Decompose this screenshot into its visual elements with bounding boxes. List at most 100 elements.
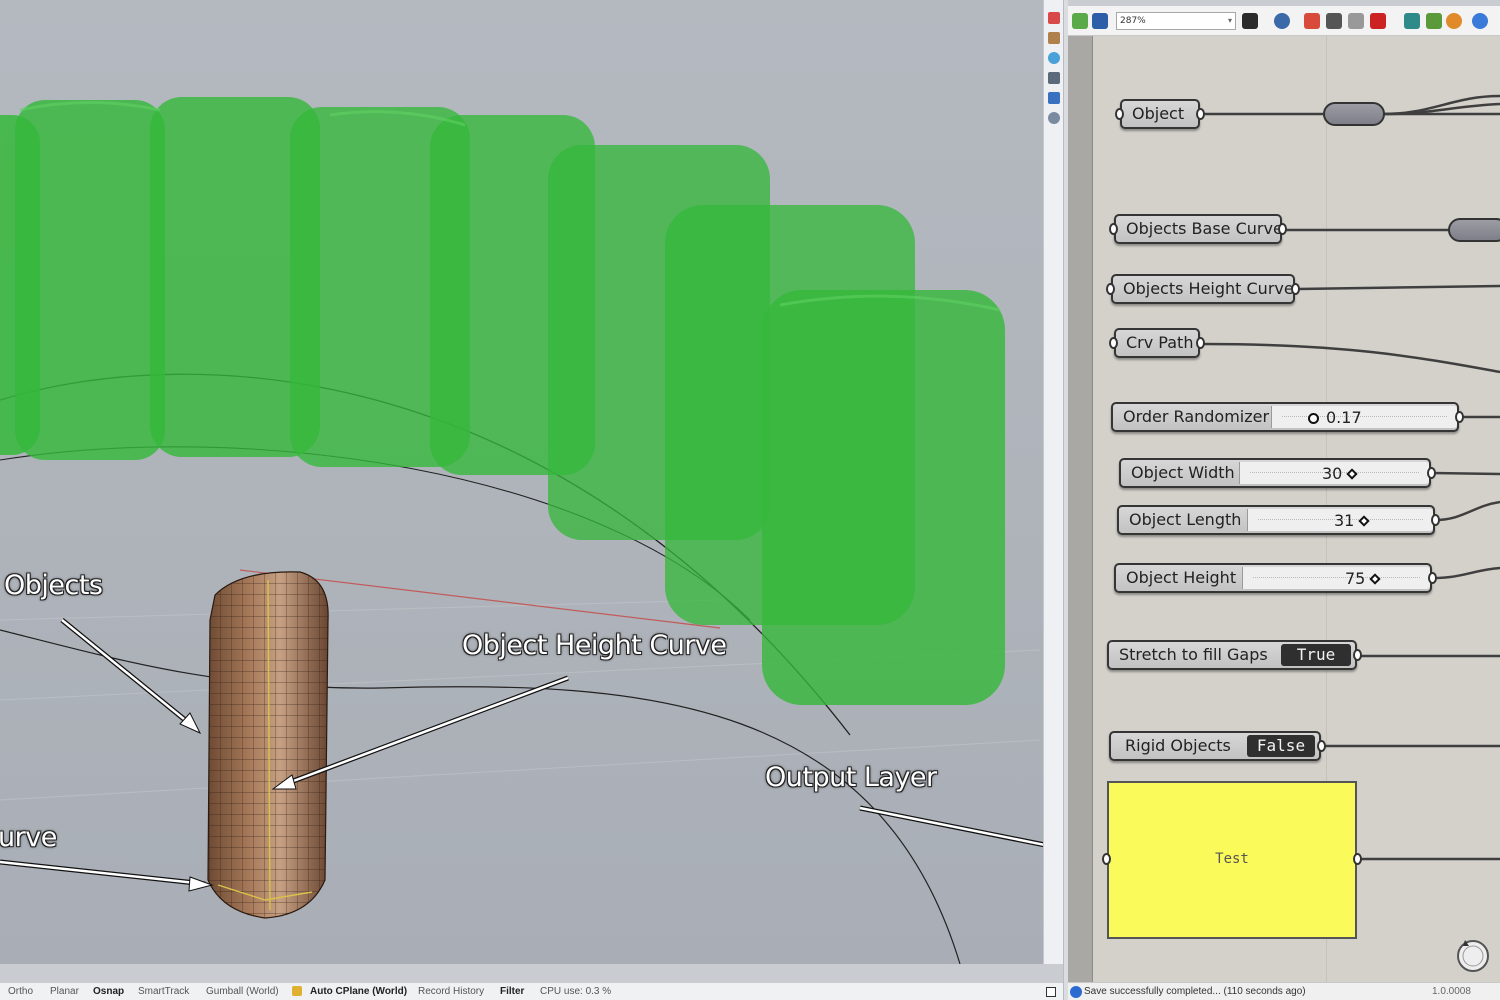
output-port[interactable] bbox=[1278, 223, 1287, 235]
output-port[interactable] bbox=[1291, 283, 1300, 295]
output-port[interactable] bbox=[1353, 853, 1362, 865]
crv-path-label: Crv Path bbox=[1126, 333, 1194, 352]
object-width-label: Object Width bbox=[1131, 463, 1235, 482]
gh-toolbar: 287% ▾ bbox=[1068, 6, 1500, 36]
sphere-icon[interactable] bbox=[1472, 13, 1488, 29]
input-port[interactable] bbox=[1109, 223, 1118, 235]
object-label: Object bbox=[1132, 104, 1185, 123]
smarttrack-toggle[interactable]: SmartTrack bbox=[138, 986, 189, 997]
input-port[interactable] bbox=[1115, 108, 1124, 120]
gh-status-bar: Save successfully completed... (110 seco… bbox=[1068, 982, 1500, 1000]
slider-track[interactable]: 31 bbox=[1247, 509, 1433, 531]
stretch-to-fill-gaps-toggle[interactable]: Stretch to fill Gaps True bbox=[1107, 640, 1362, 670]
record-history-toggle[interactable]: Record History bbox=[418, 986, 484, 997]
output-port[interactable] bbox=[1428, 572, 1437, 584]
gh-canvas[interactable]: Object Objects Base Curve Objects Height… bbox=[1093, 36, 1500, 982]
preview-wire-icon[interactable] bbox=[1348, 13, 1364, 29]
open-file-icon[interactable] bbox=[1072, 13, 1088, 29]
output-port[interactable] bbox=[1353, 649, 1362, 661]
info-icon bbox=[1070, 986, 1082, 998]
lock-icon bbox=[292, 986, 302, 996]
output-objects bbox=[0, 97, 1005, 705]
annotation-objects: Objects bbox=[4, 570, 103, 601]
relay-node[interactable] bbox=[1323, 102, 1385, 126]
osnap-toggle[interactable]: Osnap bbox=[93, 986, 124, 997]
rhino-viewport[interactable]: Objects Object Height Curve Output Layer… bbox=[0, 0, 1043, 964]
slider-grip[interactable] bbox=[1308, 413, 1319, 424]
objects-height-curve-label: Objects Height Curve bbox=[1123, 279, 1294, 298]
object-width-slider[interactable]: Object Width 30 bbox=[1119, 458, 1436, 488]
chevron-down-icon: ▾ bbox=[1227, 16, 1232, 25]
gumball-toggle[interactable]: Gumball (World) bbox=[206, 986, 279, 997]
wood-object bbox=[207, 571, 329, 919]
sketch-icon[interactable] bbox=[1304, 13, 1320, 29]
object-length-value: 31 bbox=[1334, 511, 1355, 530]
canvas-compass-icon[interactable] bbox=[1453, 934, 1493, 974]
slider-track[interactable]: 30 bbox=[1239, 462, 1429, 484]
object-length-slider[interactable]: Object Length 31 bbox=[1117, 505, 1440, 535]
output-panel[interactable]: Test bbox=[1102, 781, 1362, 939]
object-height-value: 75 bbox=[1345, 569, 1366, 588]
zoom-extents-icon[interactable] bbox=[1242, 13, 1258, 29]
object-length-label: Object Length bbox=[1129, 510, 1242, 529]
cpu-usage: CPU use: 0.3 % bbox=[540, 986, 612, 997]
objects-height-curve-node[interactable]: Objects Height Curve bbox=[1106, 274, 1300, 304]
stretch-to-fill-gaps-value[interactable]: True bbox=[1281, 644, 1351, 666]
color-wheel-icon[interactable] bbox=[1048, 52, 1060, 64]
output-port[interactable] bbox=[1196, 337, 1205, 349]
output-port[interactable] bbox=[1431, 514, 1440, 526]
filter-toggle[interactable]: Filter bbox=[500, 986, 524, 997]
input-port[interactable] bbox=[1109, 337, 1118, 349]
brush-icon[interactable] bbox=[1048, 32, 1060, 44]
planar-toggle[interactable]: Planar bbox=[50, 986, 79, 997]
objects-base-curve-node[interactable]: Objects Base Curve bbox=[1109, 214, 1287, 244]
relay-node[interactable] bbox=[1448, 218, 1500, 242]
window-icon[interactable] bbox=[1046, 987, 1056, 997]
layer-icon[interactable] bbox=[1048, 12, 1060, 24]
app-window: Objects Object Height Curve Output Layer… bbox=[0, 0, 1500, 1000]
preview-selected-icon[interactable] bbox=[1404, 13, 1420, 29]
rigid-objects-value[interactable]: False bbox=[1247, 735, 1315, 757]
gh-canvas-margin bbox=[1068, 36, 1093, 982]
object-param-node[interactable]: Object bbox=[1115, 99, 1205, 129]
panel-text: Test bbox=[1215, 851, 1249, 867]
objects-base-curve-label: Objects Base Curve bbox=[1126, 219, 1283, 238]
order-randomizer-value: 0.17 bbox=[1326, 408, 1362, 427]
display-icon[interactable] bbox=[1048, 72, 1060, 84]
rigid-objects-toggle[interactable]: Rigid Objects False bbox=[1109, 731, 1326, 761]
auto-cplane-toggle[interactable]: Auto CPlane (World) bbox=[310, 986, 407, 997]
slider-ticks bbox=[1253, 577, 1420, 583]
document-preview-icon[interactable] bbox=[1426, 13, 1442, 29]
rhino-status-bar: Ortho Planar Osnap SmartTrack Gumball (W… bbox=[0, 982, 1063, 1000]
mesh-quality-icon[interactable] bbox=[1446, 13, 1462, 29]
version-label: 1.0.0008 bbox=[1432, 986, 1471, 997]
object-height-label: Object Height bbox=[1126, 568, 1237, 587]
bake-icon[interactable] bbox=[1326, 13, 1342, 29]
annotation-curve: urve bbox=[0, 822, 57, 853]
output-port[interactable] bbox=[1317, 740, 1326, 752]
rhino-side-toolbar bbox=[1043, 0, 1063, 964]
output-port[interactable] bbox=[1455, 411, 1464, 423]
slider-ticks bbox=[1282, 416, 1447, 422]
object-width-value: 30 bbox=[1322, 464, 1343, 483]
render-icon[interactable] bbox=[1048, 92, 1060, 104]
zoom-dropdown[interactable]: 287% ▾ bbox=[1116, 12, 1236, 30]
object-height-slider[interactable]: Object Height 75 bbox=[1114, 563, 1437, 593]
slider-track[interactable]: 0.17 bbox=[1271, 406, 1457, 428]
light-icon[interactable] bbox=[1048, 112, 1060, 124]
rigid-objects-label: Rigid Objects bbox=[1125, 736, 1231, 755]
output-port[interactable] bbox=[1196, 108, 1205, 120]
viewport-scene bbox=[0, 97, 1043, 964]
save-icon[interactable] bbox=[1092, 13, 1108, 29]
preview-shaded-icon[interactable] bbox=[1370, 13, 1386, 29]
ortho-toggle[interactable]: Ortho bbox=[8, 986, 33, 997]
zoom-value: 287% bbox=[1120, 16, 1146, 26]
slider-track[interactable]: 75 bbox=[1242, 567, 1430, 589]
input-port[interactable] bbox=[1106, 283, 1115, 295]
annotation-object-height-curve: Object Height Curve bbox=[462, 630, 727, 661]
stretch-to-fill-gaps-label: Stretch to fill Gaps bbox=[1119, 645, 1268, 664]
eye-icon[interactable] bbox=[1274, 13, 1290, 29]
crv-path-node[interactable]: Crv Path bbox=[1109, 328, 1205, 358]
output-port[interactable] bbox=[1427, 467, 1436, 479]
order-randomizer-slider[interactable]: Order Randomizer 0.17 bbox=[1111, 402, 1464, 432]
